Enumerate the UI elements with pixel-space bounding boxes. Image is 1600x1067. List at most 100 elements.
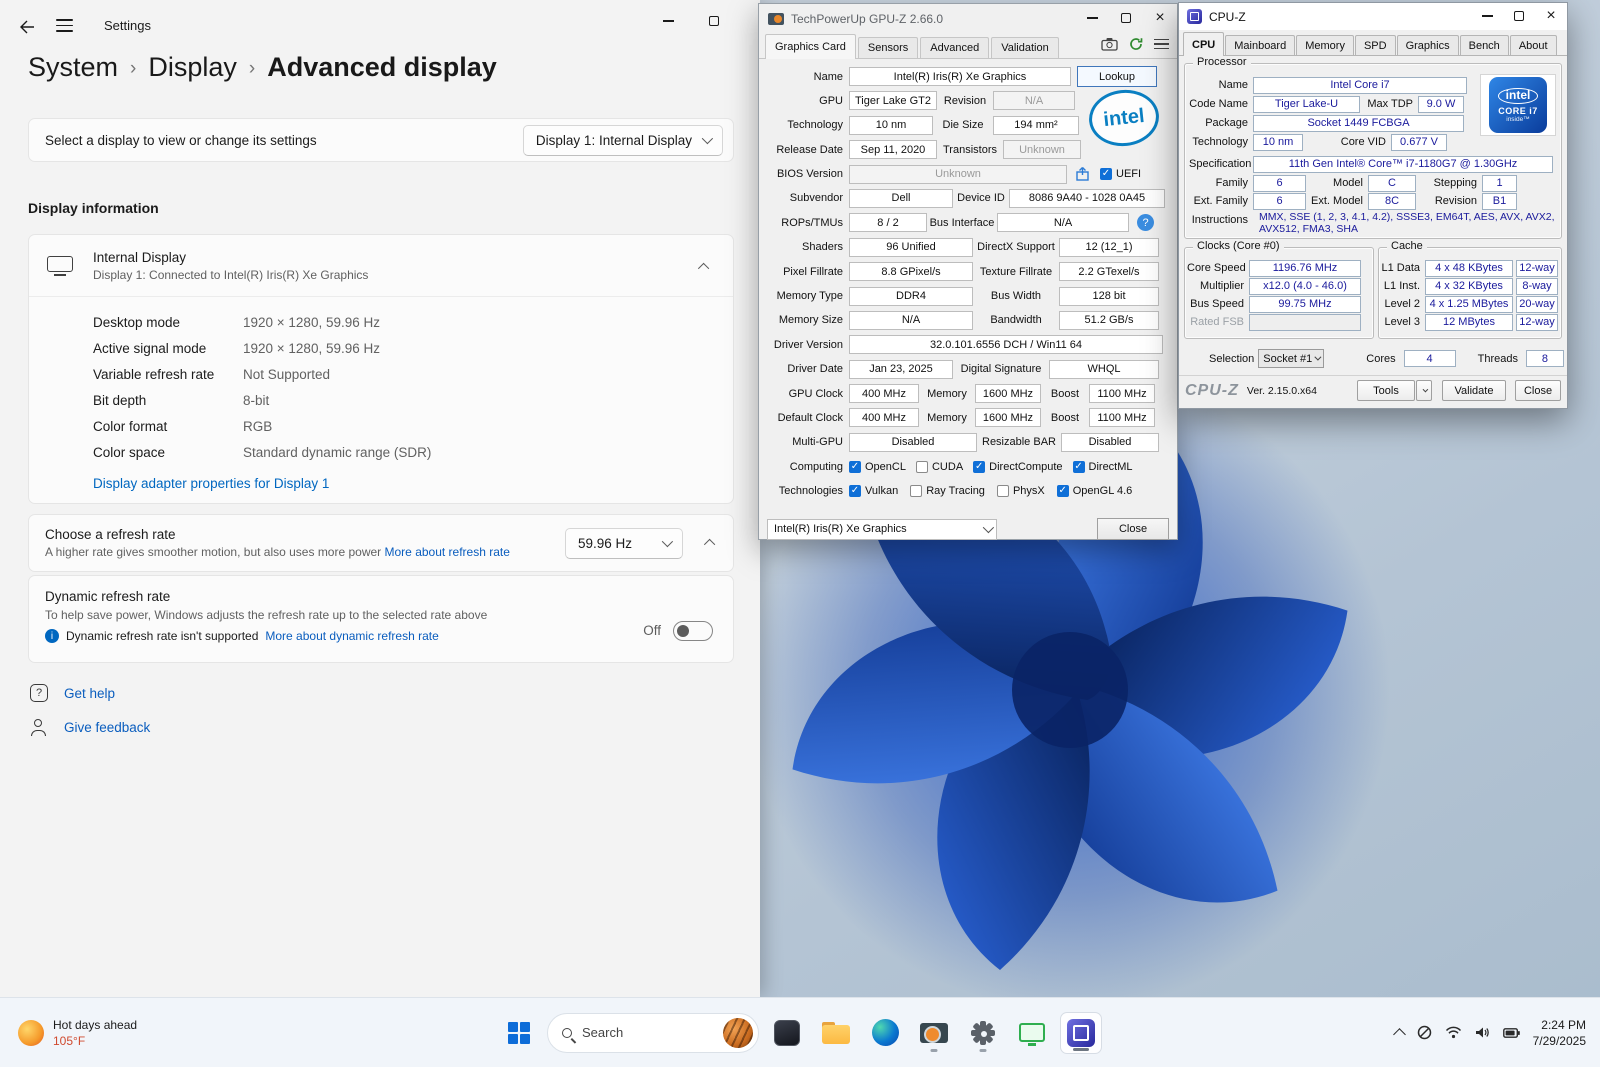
- taskbar-edge-button[interactable]: [864, 1012, 906, 1054]
- dynamic-refresh-title: Dynamic refresh rate: [45, 589, 487, 604]
- cpu-name-field: Intel Core i7: [1253, 77, 1467, 94]
- battery-icon[interactable]: [1503, 1028, 1520, 1038]
- start-button[interactable]: [498, 1012, 540, 1054]
- maximize-button[interactable]: [691, 0, 737, 42]
- file-explorer-icon: [822, 1022, 850, 1044]
- display-select-dropdown[interactable]: Display 1: Internal Display: [523, 125, 723, 156]
- ray-tracing-checkbox[interactable]: [910, 485, 922, 497]
- gpuz-icon: [920, 1023, 948, 1043]
- taskbar-cpuz-button[interactable]: [1060, 1012, 1102, 1054]
- tools-button[interactable]: Tools: [1357, 380, 1415, 401]
- detail-row: Color spaceStandard dynamic range (SDR): [93, 439, 733, 465]
- tab-mainboard[interactable]: Mainboard: [1225, 35, 1295, 55]
- default-clock-field: 400 MHz: [849, 408, 919, 427]
- transistors-field: Unknown: [1003, 140, 1081, 159]
- monitor-icon: [1019, 1023, 1045, 1042]
- open-indicator: [931, 1049, 938, 1052]
- more-about-dynamic-refresh-link[interactable]: More about dynamic refresh rate: [265, 629, 438, 643]
- core-speed-field: 1196.76 MHz: [1249, 260, 1361, 277]
- tab-validation[interactable]: Validation: [991, 37, 1059, 58]
- back-button[interactable]: [14, 14, 40, 40]
- refresh-icon[interactable]: [1129, 37, 1143, 51]
- more-about-refresh-rate-link[interactable]: More about refresh rate: [385, 545, 510, 559]
- vulkan-checkbox[interactable]: [849, 485, 861, 497]
- taskbar-gpuz-button[interactable]: [913, 1012, 955, 1054]
- tab-about[interactable]: About: [1510, 35, 1557, 55]
- lookup-button[interactable]: Lookup: [1077, 66, 1157, 87]
- collapse-chevron-icon[interactable]: [704, 539, 715, 550]
- cpuz-window: CPU-Z × CPU Mainboard Memory SPD Graphic…: [1178, 2, 1568, 409]
- tab-bench[interactable]: Bench: [1460, 35, 1509, 55]
- display-adapter-properties-link[interactable]: Display adapter properties for Display 1: [93, 476, 329, 491]
- breadcrumb-system[interactable]: System: [28, 52, 118, 83]
- taskbar-settings-button[interactable]: [962, 1012, 1004, 1054]
- release-date-field: Sep 11, 2020: [849, 140, 937, 159]
- get-help-link[interactable]: Get help: [64, 686, 115, 701]
- cpuz-logo: CPU-Z: [1185, 382, 1239, 400]
- tab-memory[interactable]: Memory: [1296, 35, 1354, 55]
- driver-date-field: Jan 23, 2025: [849, 360, 953, 379]
- cpuz-close-button[interactable]: Close: [1515, 380, 1561, 401]
- physx-checkbox[interactable]: [997, 485, 1009, 497]
- tab-spd[interactable]: SPD: [1355, 35, 1396, 55]
- system-tray: 2:24 PM 7/29/2025: [1395, 998, 1594, 1067]
- maximize-button[interactable]: [1503, 3, 1535, 29]
- tab-advanced[interactable]: Advanced: [920, 37, 989, 58]
- intel-core-i7-badge: intel CORE i7 inside™: [1480, 74, 1556, 136]
- breadcrumb-display[interactable]: Display: [148, 52, 237, 83]
- hidden-icons-chevron[interactable]: [1393, 1028, 1406, 1041]
- volume-icon[interactable]: [1475, 1026, 1490, 1039]
- ext-family-field: 6: [1253, 193, 1306, 210]
- feedback-icon: [30, 718, 48, 736]
- dynamic-refresh-toggle[interactable]: [673, 621, 713, 641]
- do-not-disturb-icon[interactable]: [1417, 1025, 1432, 1040]
- tab-cpu[interactable]: CPU: [1183, 32, 1224, 56]
- uefi-checkbox[interactable]: [1100, 168, 1112, 180]
- socket-select-dropdown[interactable]: Socket #1: [1258, 349, 1324, 368]
- collapse-chevron-icon[interactable]: [698, 263, 709, 274]
- tab-sensors[interactable]: Sensors: [858, 37, 918, 58]
- taskbar-terminal-button[interactable]: [766, 1012, 808, 1054]
- breadcrumb-separator: ›: [130, 55, 136, 80]
- refresh-rate-dropdown[interactable]: 59.96 Hz: [565, 528, 683, 559]
- opengl-checkbox[interactable]: [1057, 485, 1069, 497]
- directcompute-checkbox[interactable]: [973, 461, 985, 473]
- validate-button[interactable]: Validate: [1442, 380, 1506, 401]
- internal-display-header[interactable]: Internal Display Display 1: Connected to…: [29, 235, 733, 297]
- opencl-checkbox[interactable]: [849, 461, 861, 473]
- open-indicator: [980, 1049, 987, 1052]
- cuda-checkbox[interactable]: [916, 461, 928, 473]
- share-bios-icon[interactable]: [1075, 166, 1091, 182]
- navigation-menu-button[interactable]: [56, 19, 73, 32]
- gpuz-close-button[interactable]: Close: [1097, 518, 1169, 540]
- tools-dropdown-button[interactable]: [1416, 380, 1432, 401]
- tab-graphics[interactable]: Graphics: [1397, 35, 1459, 55]
- screenshot-camera-icon[interactable]: [1101, 37, 1118, 51]
- search-box[interactable]: Search: [547, 1013, 759, 1053]
- minimize-button[interactable]: [1471, 3, 1503, 29]
- minimize-button[interactable]: [1075, 4, 1109, 32]
- taskbar-hwmonitor-button[interactable]: [1011, 1012, 1053, 1054]
- multi-gpu-field: Disabled: [849, 433, 977, 452]
- cpuz-body: Processor NameIntel Core i7 intel CORE i…: [1179, 57, 1567, 408]
- minimize-button[interactable]: [645, 0, 691, 42]
- restore-button[interactable]: [1109, 4, 1143, 32]
- gpu-clock-field: 400 MHz: [849, 384, 919, 403]
- give-feedback-link[interactable]: Give feedback: [64, 720, 150, 735]
- taskbar-file-explorer-button[interactable]: [815, 1012, 857, 1054]
- menu-icon[interactable]: [1154, 39, 1169, 50]
- shaders-field: 96 Unified: [849, 238, 973, 257]
- tab-graphics-card[interactable]: Graphics Card: [765, 34, 856, 59]
- wifi-icon[interactable]: [1445, 1026, 1462, 1039]
- driver-version-field: 32.0.101.6556 DCH / Win11 64: [849, 335, 1163, 354]
- close-button[interactable]: ×: [1535, 3, 1567, 29]
- gpu-select-dropdown[interactable]: Intel(R) Iris(R) Xe Graphics: [767, 519, 997, 540]
- clock[interactable]: 2:24 PM 7/29/2025: [1533, 1017, 1586, 1049]
- bus-interface-help-icon[interactable]: [1137, 214, 1154, 231]
- close-button[interactable]: ×: [1143, 4, 1177, 32]
- cpuz-version: Ver. 2.15.0.x64: [1247, 385, 1317, 397]
- detail-row: Desktop mode1920 × 1280, 59.96 Hz: [93, 309, 733, 335]
- cpuz-app-icon: [1187, 9, 1202, 24]
- directml-checkbox[interactable]: [1073, 461, 1085, 473]
- widgets-weather-button[interactable]: Hot days ahead 105°F: [8, 998, 147, 1067]
